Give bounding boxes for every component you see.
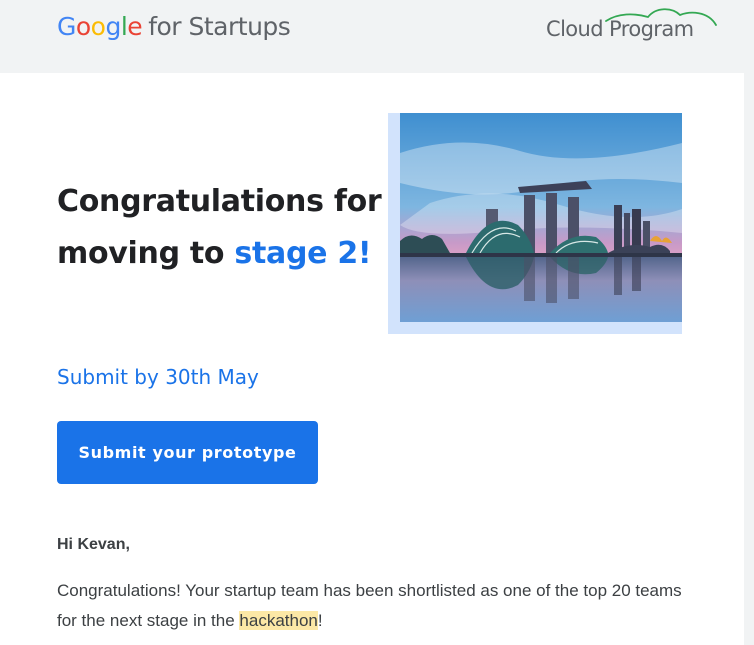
deadline-text: Submit by 30th May — [57, 365, 259, 389]
google-letter-5: e — [127, 12, 143, 41]
email-header: Google for Startups Cloud Program — [0, 0, 754, 73]
google-letter-0: G — [57, 12, 76, 41]
google-letter-1: o — [75, 12, 91, 41]
headline-line-2-prefix: moving to — [57, 236, 225, 271]
headline-line-2: moving to stage 2! — [57, 228, 387, 280]
headline-accent: stage 2! — [234, 236, 372, 271]
hero-image — [388, 113, 682, 334]
highlighted-word: hackathon — [239, 611, 318, 630]
google-letter-3: g — [105, 12, 121, 41]
body-paragraph: Congratulations! Your startup team has b… — [57, 576, 697, 636]
google-for-startups-logo: Google for Startups — [57, 12, 291, 41]
body-text-before: Congratulations! Your startup team has b… — [57, 581, 682, 630]
google-letter-2: o — [90, 12, 106, 41]
headline: Congratulations for moving to stage 2! — [57, 176, 387, 280]
logo-suffix: for Startups — [148, 12, 291, 41]
right-edge-strip — [744, 73, 754, 645]
google-wordmark: Google — [57, 12, 143, 41]
submit-prototype-button[interactable]: Submit your prototype — [57, 421, 318, 484]
body-text-after: ! — [317, 611, 323, 630]
headline-line-1: Congratulations for — [57, 184, 382, 219]
greeting: Hi Kevan, — [57, 536, 130, 553]
city-skyline-image — [400, 113, 682, 322]
program-label: Cloud Program — [546, 17, 694, 41]
cloud-program-logo: Cloud Program — [546, 7, 726, 47]
